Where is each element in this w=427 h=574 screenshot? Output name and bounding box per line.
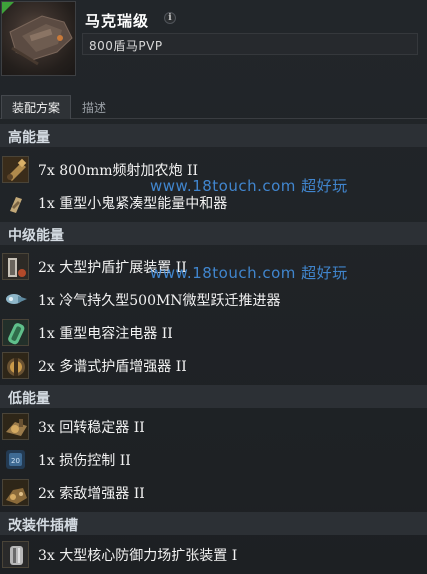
ship-title: 马克瑞级 xyxy=(85,12,150,30)
module-row[interactable]: 2x 多谱式护盾增强器 II xyxy=(0,349,427,382)
module-row[interactable]: 1x 重型电容注电器 II xyxy=(0,316,427,349)
rig-icon xyxy=(2,541,29,568)
module-row[interactable]: 3x 大型核心防御力场扩张装置 I xyxy=(0,538,427,571)
tab-description[interactable]: 描述 xyxy=(74,95,114,119)
section-high-slots: 高能量 xyxy=(0,124,427,147)
module-label: 3x 回转稳定器 II xyxy=(38,420,145,436)
tab-bar: 装配方案 描述 xyxy=(0,95,427,119)
watermark: www.18touch.com 超好玩 xyxy=(150,177,348,195)
damage-control-icon: 20 xyxy=(2,446,29,473)
shield-hardener-icon xyxy=(2,352,29,379)
module-label: 3x 大型核心防御力场扩张装置 I xyxy=(38,548,238,564)
info-icon[interactable]: i xyxy=(164,12,176,24)
module-row[interactable]: 1x 冷气持久型500MN微型跃迁推进器 xyxy=(0,283,427,316)
module-label: 1x 重型电容注电器 II xyxy=(38,326,173,342)
section-rig-slots: 改装件插槽 xyxy=(0,512,427,535)
module-label: 2x 索敌增强器 II xyxy=(38,486,145,502)
module-label: 1x 冷气持久型500MN微型跃迁推进器 xyxy=(38,293,281,309)
watermark: www.18touch.com 超好玩 xyxy=(150,264,348,282)
faction-ribbon xyxy=(2,2,14,14)
module-row[interactable]: 20 1x 损伤控制 II xyxy=(0,443,427,476)
section-mid-slots: 中级能量 xyxy=(0,222,427,245)
module-label: 1x 损伤控制 II xyxy=(38,453,131,469)
energy-neutralizer-icon xyxy=(2,189,29,216)
gyrostabilizer-icon xyxy=(2,413,29,440)
tab-fitting[interactable]: 装配方案 xyxy=(1,95,71,119)
capacitor-booster-icon xyxy=(2,319,29,346)
module-label: 2x 多谱式护盾增强器 II xyxy=(38,359,187,375)
artillery-icon xyxy=(2,156,29,183)
ship-thumbnail[interactable] xyxy=(1,1,76,76)
fitting-window: 马克瑞级 i 800盾马PVP 装配方案 描述 高能量 7x 800mm频射加农… xyxy=(0,0,427,574)
module-label: 1x 重型小鬼紧凑型能量中和器 xyxy=(38,196,228,212)
section-low-slots: 低能量 xyxy=(0,385,427,408)
microwarpdrive-icon xyxy=(2,286,29,313)
module-row[interactable]: 2x 索敌增强器 II xyxy=(0,476,427,509)
module-row[interactable]: 3x 回转稳定器 II xyxy=(0,410,427,443)
fitting-header: 马克瑞级 i 800盾马PVP xyxy=(0,0,427,88)
fitting-name-field[interactable]: 800盾马PVP xyxy=(82,33,418,55)
tracking-enhancer-icon xyxy=(2,479,29,506)
svg-text:20: 20 xyxy=(11,457,20,465)
shield-extender-icon xyxy=(2,253,29,280)
